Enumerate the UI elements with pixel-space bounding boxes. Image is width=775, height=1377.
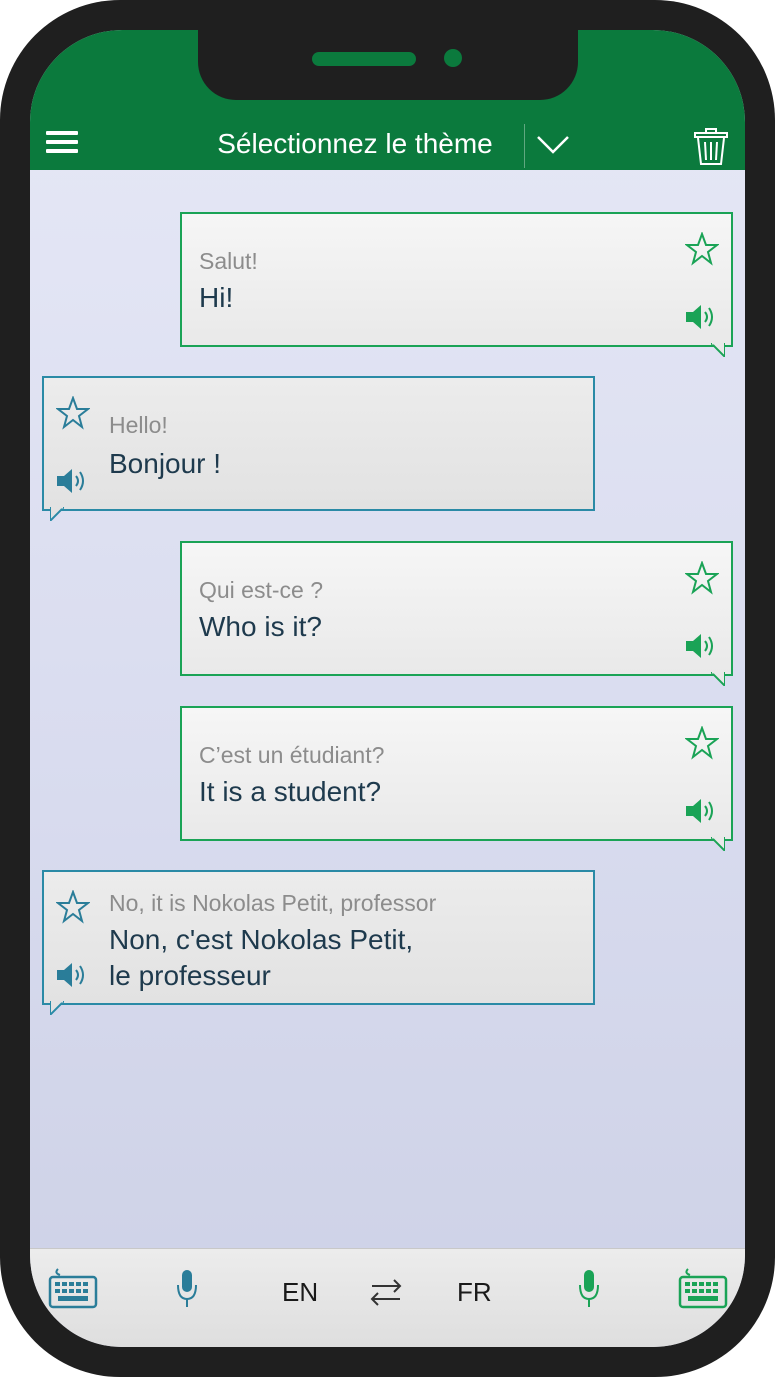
keyboard-icon[interactable] [48, 1267, 98, 1309]
speaker-icon[interactable] [56, 468, 88, 494]
bottom-bar: EN FR [30, 1248, 745, 1347]
star-icon[interactable] [685, 232, 719, 266]
phone-notch [198, 30, 578, 100]
speaker-icon[interactable] [685, 633, 717, 659]
bubble-tail [50, 1001, 64, 1015]
message-bubble[interactable]: Salut! Hi! [180, 212, 733, 357]
microphone-icon[interactable] [578, 1269, 600, 1309]
message-bubble[interactable]: No, it is Nokolas Petit, professor Non, … [42, 870, 595, 1015]
message-translation-text: Who is it? [199, 611, 322, 642]
speaker-icon[interactable] [685, 304, 717, 330]
star-icon[interactable] [56, 396, 90, 430]
message-bubble[interactable]: Qui est-ce ? Who is it? [180, 541, 733, 686]
theme-title[interactable]: Sélectionnez le thème [190, 128, 520, 160]
target-language-label[interactable]: FR [457, 1277, 492, 1308]
bubble-tail [711, 343, 725, 357]
speaker-icon[interactable] [56, 962, 88, 988]
title-divider [524, 124, 525, 168]
swap-icon[interactable] [368, 1277, 404, 1307]
front-camera [444, 49, 462, 67]
source-language-label[interactable]: EN [282, 1277, 318, 1308]
trash-icon[interactable] [694, 128, 728, 166]
star-icon[interactable] [56, 890, 90, 924]
bubble-tail [50, 507, 64, 521]
speaker-icon[interactable] [685, 798, 717, 824]
chevron-down-icon[interactable] [536, 134, 570, 156]
earpiece [312, 52, 416, 66]
message-source-text: Salut! [199, 248, 258, 274]
message-source-text: Hello! [109, 412, 168, 438]
microphone-icon[interactable] [176, 1269, 198, 1309]
menu-icon[interactable] [46, 131, 78, 157]
star-icon[interactable] [685, 726, 719, 760]
app-screen: Sélectionnez le thème Salut! Hi! Hello! … [30, 30, 745, 1347]
star-icon[interactable] [685, 561, 719, 595]
bubble-tail [711, 837, 725, 851]
message-translation-text: Bonjour ! [109, 448, 222, 479]
message-translation-line: Non, c'est Nokolas Petit, [109, 924, 414, 955]
message-source-text: Qui est-ce ? [199, 577, 323, 603]
keyboard-icon[interactable] [678, 1267, 728, 1309]
message-translation-text: It is a student? [199, 776, 382, 807]
message-source-text: No, it is Nokolas Petit, professor [109, 890, 437, 916]
message-bubble[interactable]: C’est un étudiant? It is a student? [180, 706, 733, 851]
message-bubble[interactable]: Hello! Bonjour ! [42, 376, 595, 521]
message-source-text: C’est un étudiant? [199, 742, 385, 768]
message-translation-text: Hi! [199, 282, 234, 313]
message-translation-line: le professeur [109, 960, 271, 991]
message-translation-text: Non, c'est Nokolas Petit, le professeur [109, 922, 413, 994]
bubble-tail [711, 672, 725, 686]
